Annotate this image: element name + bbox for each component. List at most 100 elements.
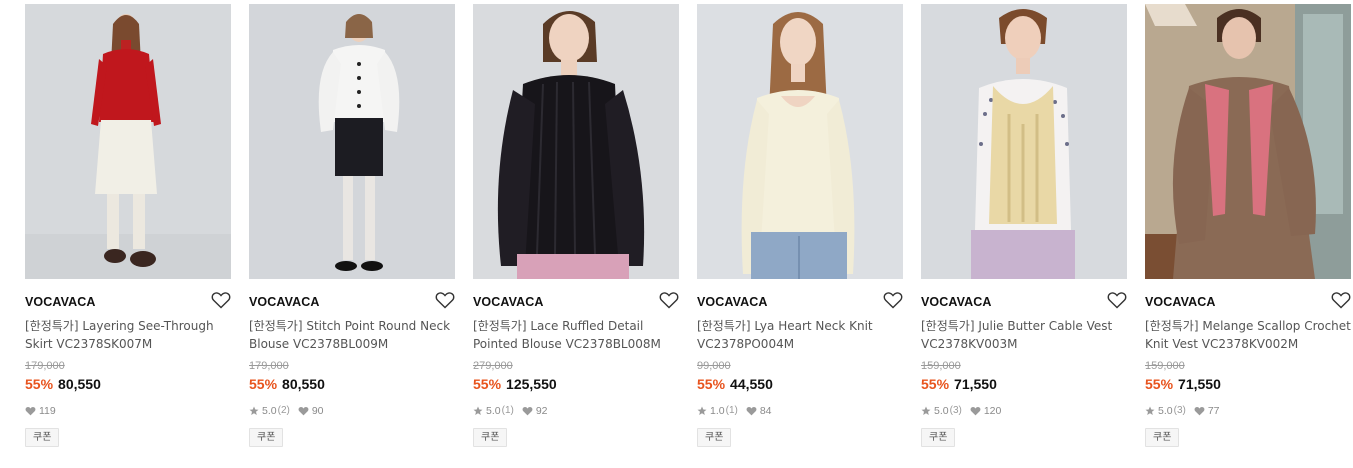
original-price: 159,000 (1145, 360, 1185, 372)
price-row: 55% 44,550 (697, 376, 773, 392)
likes-count: 90 (311, 405, 324, 417)
original-price: 279,000 (473, 360, 513, 372)
rating-value: 5.0 (486, 405, 501, 417)
product-photo (1145, 4, 1351, 279)
product-meta: 5.0 (1) 92 (473, 405, 548, 417)
product-image[interactable] (25, 4, 231, 279)
sale-price: 44,550 (730, 376, 773, 392)
price-row: 55% 80,550 (249, 376, 325, 392)
product-meta: 1.0 (1) 84 (697, 405, 772, 417)
rating-value: 5.0 (1158, 405, 1173, 417)
coupon-badge: 쿠폰 (473, 428, 508, 447)
product-photo (473, 4, 679, 279)
product-card[interactable]: VOCAVACA [한정특가] Melange Scallop Crochet … (1145, 4, 1352, 464)
coupon-badge: 쿠폰 (921, 428, 956, 447)
likes-count: 77 (1207, 405, 1220, 417)
product-name[interactable]: [한정특가] Melange Scallop Crochet Knit Vest… (1145, 317, 1351, 353)
discount-rate: 55% (697, 376, 726, 392)
heart-outline-icon[interactable] (435, 291, 455, 309)
rating: 5.0 (2) (249, 405, 290, 417)
product-image[interactable] (921, 4, 1127, 279)
star-icon (921, 406, 931, 415)
product-name[interactable]: [한정특가] Layering See-Through Skirt VC2378… (25, 317, 231, 353)
product-image[interactable] (473, 4, 679, 279)
product-card[interactable]: VOCAVACA [한정특가] Lace Ruffled Detail Poin… (473, 4, 680, 464)
likes-count: 84 (759, 405, 772, 417)
heart-outline-icon[interactable] (659, 291, 679, 309)
product-name[interactable]: [한정특가] Stitch Point Round Neck Blouse VC… (249, 317, 455, 353)
sale-price: 71,550 (954, 376, 997, 392)
product-grid: VOCAVACA [한정특가] Layering See-Through Ski… (0, 0, 1353, 468)
heart-filled-icon (1194, 407, 1205, 416)
product-meta: 5.0 (3) 77 (1145, 405, 1220, 417)
brand-name[interactable]: VOCAVACA (249, 294, 319, 310)
coupon-badge: 쿠폰 (1145, 428, 1180, 447)
product-photo (921, 4, 1127, 279)
price-row: 55% 125,550 (473, 376, 557, 392)
review-count: (3) (949, 405, 962, 416)
heart-filled-icon (746, 407, 757, 416)
product-card[interactable]: VOCAVACA [한정특가] Julie Butter Cable Vest … (921, 4, 1128, 464)
sale-price: 71,550 (1178, 376, 1221, 392)
rating: 1.0 (1) (697, 405, 738, 417)
product-card[interactable]: VOCAVACA [한정특가] Layering See-Through Ski… (25, 4, 232, 464)
discount-rate: 55% (249, 376, 278, 392)
likes: 84 (746, 405, 772, 417)
product-name[interactable]: [한정특가] Lya Heart Neck Knit VC2378PO004M (697, 317, 903, 353)
star-icon (249, 406, 259, 415)
original-price: 179,000 (249, 360, 289, 372)
rating: 5.0 (3) (1145, 405, 1186, 417)
likes-count: 119 (39, 405, 56, 417)
product-photo (25, 4, 231, 279)
heart-outline-icon[interactable] (883, 291, 903, 309)
sale-price: 125,550 (506, 376, 557, 392)
brand-name[interactable]: VOCAVACA (1145, 294, 1215, 310)
price-row: 55% 71,550 (921, 376, 997, 392)
product-card[interactable]: VOCAVACA [한정특가] Lya Heart Neck Knit VC23… (697, 4, 904, 464)
review-count: (2) (277, 405, 290, 416)
discount-rate: 55% (25, 376, 54, 392)
likes: 90 (298, 405, 324, 417)
star-icon (473, 406, 483, 415)
likes: 77 (1194, 405, 1220, 417)
original-price: 159,000 (921, 360, 961, 372)
heart-outline-icon[interactable] (1331, 291, 1351, 309)
heart-filled-icon (522, 407, 533, 416)
discount-rate: 55% (1145, 376, 1174, 392)
product-photo (249, 4, 455, 279)
original-price: 99,000 (697, 360, 731, 372)
heart-outline-icon[interactable] (211, 291, 231, 309)
heart-outline-icon[interactable] (1107, 291, 1127, 309)
likes: 92 (522, 405, 548, 417)
product-meta: 5.0 (2) 90 (249, 405, 324, 417)
rating-value: 1.0 (710, 405, 725, 417)
price-row: 55% 71,550 (1145, 376, 1221, 392)
product-card[interactable]: VOCAVACA [한정특가] Stitch Point Round Neck … (249, 4, 456, 464)
rating-value: 5.0 (934, 405, 949, 417)
discount-rate: 55% (473, 376, 502, 392)
rating: 5.0 (3) (921, 405, 962, 417)
brand-name[interactable]: VOCAVACA (25, 294, 95, 310)
product-name[interactable]: [한정특가] Lace Ruffled Detail Pointed Blous… (473, 317, 679, 353)
coupon-badge: 쿠폰 (249, 428, 284, 447)
brand-name[interactable]: VOCAVACA (697, 294, 767, 310)
product-image[interactable] (1145, 4, 1351, 279)
product-image[interactable] (697, 4, 903, 279)
sale-price: 80,550 (58, 376, 101, 392)
coupon-badge: 쿠폰 (25, 428, 60, 447)
rating-value: 5.0 (262, 405, 277, 417)
sale-price: 80,550 (282, 376, 325, 392)
likes-count: 120 (983, 405, 1002, 417)
discount-rate: 55% (921, 376, 950, 392)
review-count: (1) (725, 405, 738, 416)
heart-filled-icon (298, 407, 309, 416)
product-image[interactable] (249, 4, 455, 279)
product-name[interactable]: [한정특가] Julie Butter Cable Vest VC2378KV0… (921, 317, 1127, 353)
review-count: (3) (1173, 405, 1186, 416)
star-icon (697, 406, 707, 415)
likes-count: 92 (535, 405, 548, 417)
heart-filled-icon (970, 407, 981, 416)
brand-name[interactable]: VOCAVACA (921, 294, 991, 310)
rating: 5.0 (1) (473, 405, 514, 417)
brand-name[interactable]: VOCAVACA (473, 294, 543, 310)
